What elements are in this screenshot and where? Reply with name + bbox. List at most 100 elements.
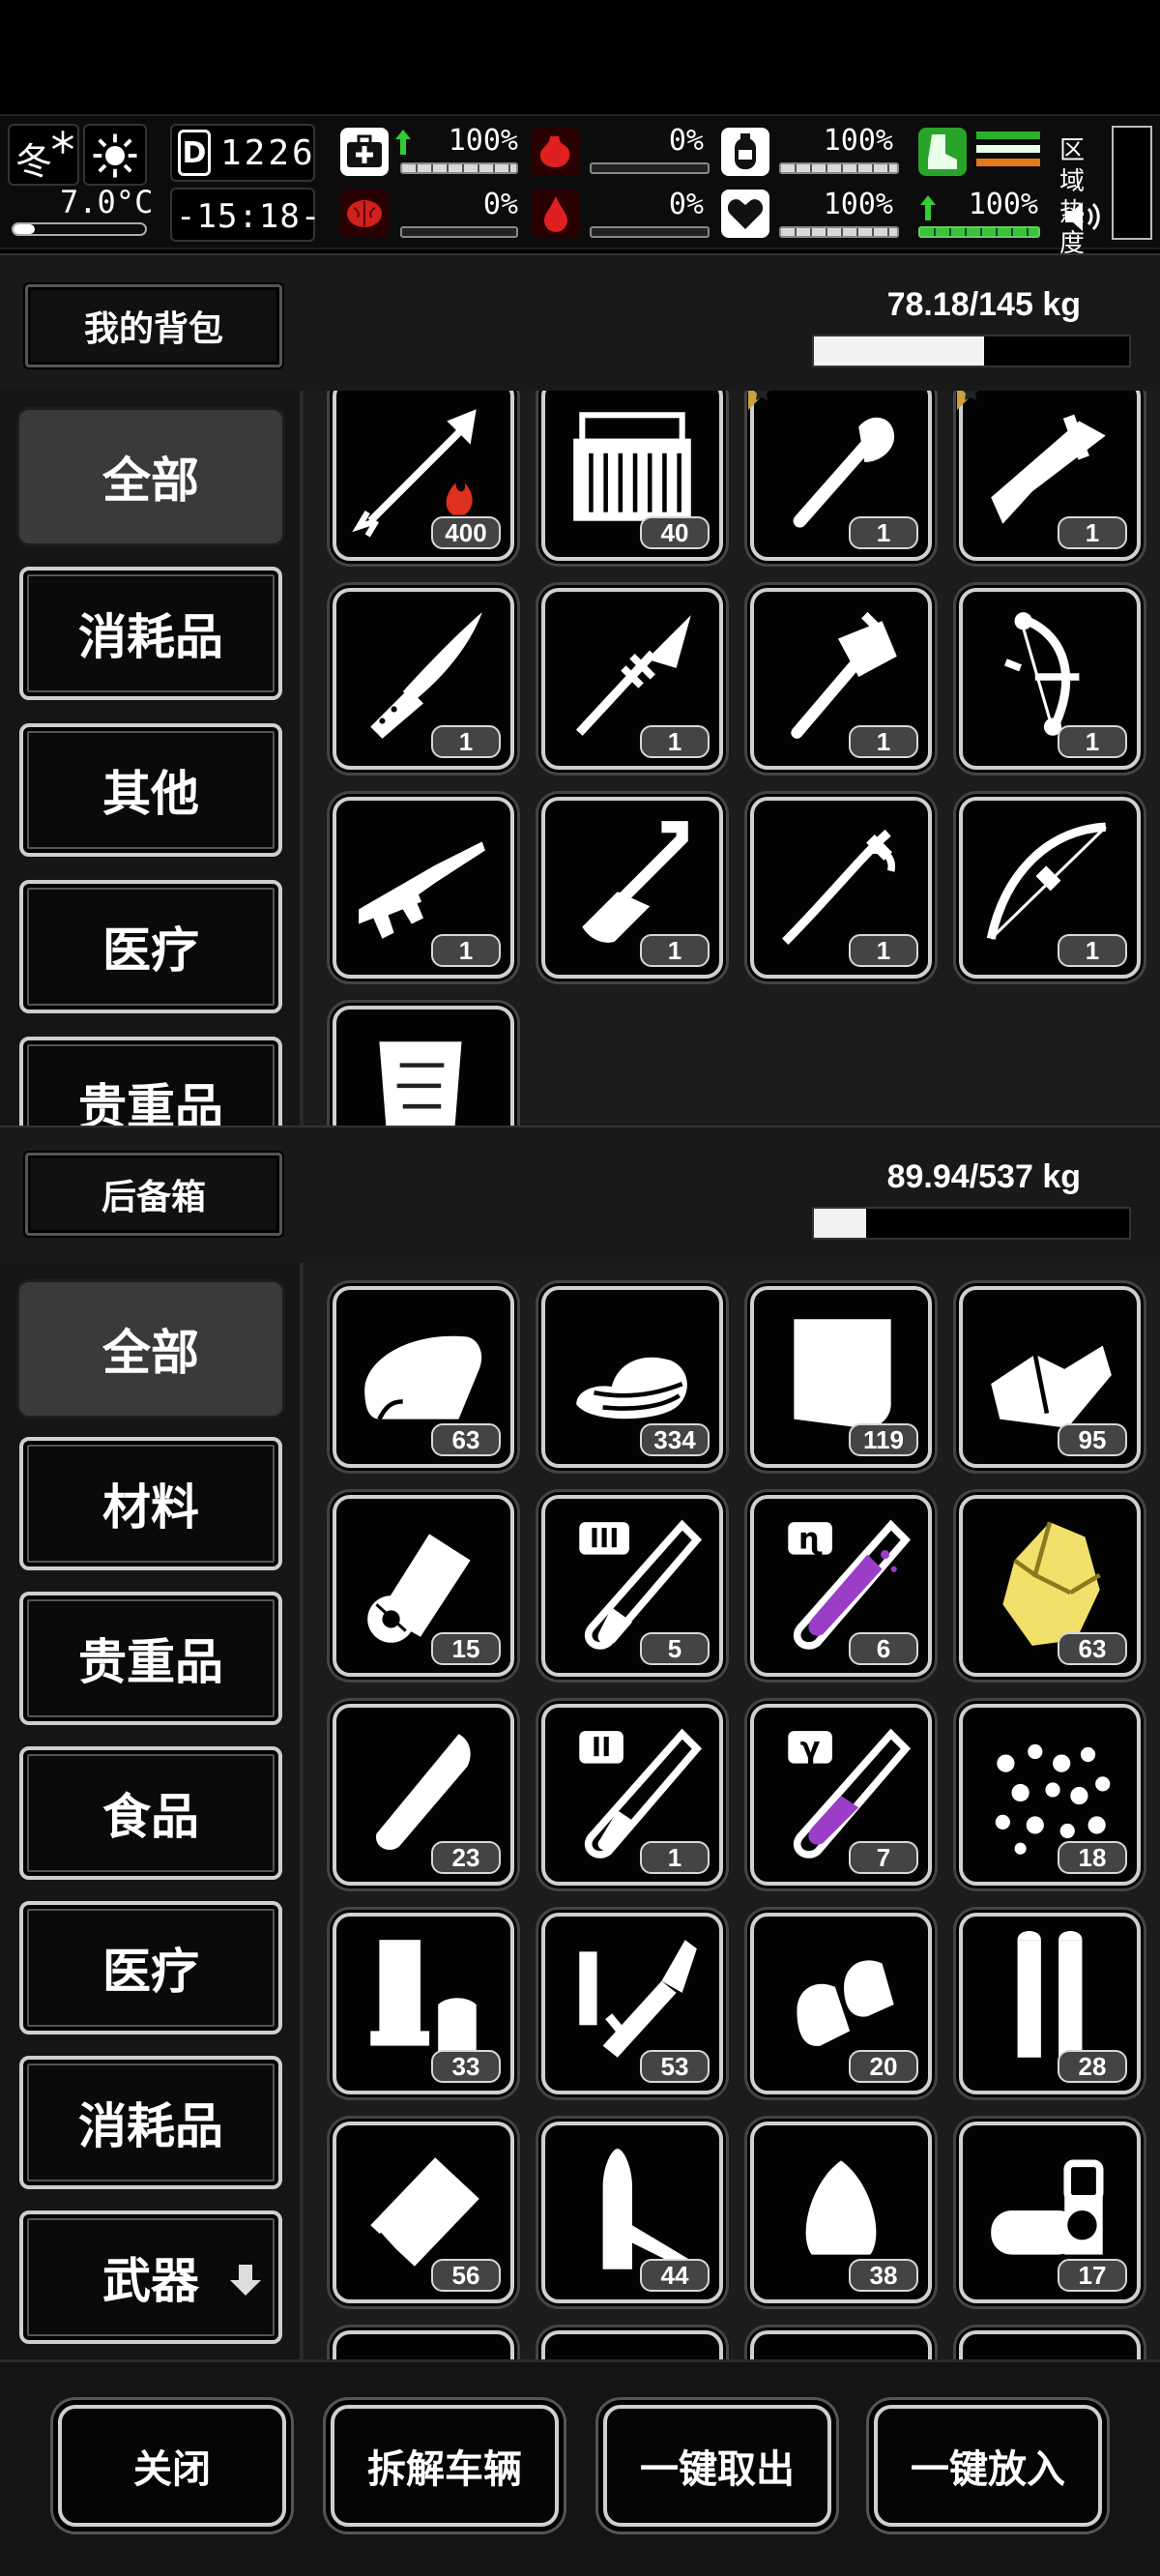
backpack-category-list: 全部 消耗品 其他 医疗 贵重品	[0, 391, 304, 1126]
status-bar: 冬 7.0°C D 1226 -15:18- 100% 0% 100% 0% 0…	[0, 114, 1160, 258]
trunk-item-slot[interactable]: 18	[959, 1704, 1141, 1886]
close-button[interactable]: 关闭	[58, 2405, 286, 2527]
backpack-item-slot[interactable]: 400	[333, 391, 514, 561]
trunk-item-slot-partial[interactable]	[959, 2330, 1141, 2359]
clock-box: -15:18-	[170, 188, 320, 242]
oxygen-value: 100%	[823, 124, 893, 158]
backpack-item-slot[interactable]	[333, 1006, 514, 1126]
take-all-button[interactable]: 一键取出	[603, 2405, 831, 2527]
backpack-item-slot[interactable]: 1	[750, 797, 932, 979]
trunk-item-slot[interactable]: 28	[959, 1913, 1141, 2094]
item-quantity: 1	[1058, 934, 1127, 967]
trunk-item-slot[interactable]: 63	[333, 1286, 514, 1468]
hunger-value: 0%	[668, 124, 704, 158]
trunk-category-list: 全部 材料 贵重品 食品 医疗 消耗品 武器	[0, 1263, 304, 2359]
trunk-item-slot[interactable]: γ7	[750, 1704, 932, 1886]
item-quantity: 1	[640, 1841, 710, 1874]
item-quantity: 7	[849, 1841, 918, 1874]
trunk-item-slot[interactable]: 56	[333, 2122, 514, 2303]
trunk-item-slot[interactable]: 334	[541, 1286, 723, 1468]
trunk-tab-weapons-label: 武器	[102, 2253, 199, 2309]
backpack-tab-all[interactable]: 全部	[19, 410, 282, 543]
trunk-item-slot[interactable]: 17	[959, 2122, 1141, 2303]
item-quantity: 20	[849, 2050, 918, 2083]
item-quantity: 119	[849, 1423, 918, 1456]
item-quantity: 1	[1058, 725, 1127, 758]
dismantle-vehicle-button[interactable]: 拆解车辆	[331, 2405, 559, 2527]
backpack-weight: 78.18/145 kg	[886, 286, 1081, 323]
trunk-item-slot[interactable]: 15	[333, 1495, 514, 1677]
day-counter-box: D 1226	[170, 124, 315, 182]
trunk-item-slot[interactable]: 38	[750, 2122, 932, 2303]
backpack-item-slot[interactable]: 1	[541, 588, 723, 770]
item-quantity: 1	[431, 934, 501, 967]
backpack-tab-consumables[interactable]: 消耗品	[19, 567, 282, 700]
arrow-down-icon	[230, 2265, 261, 2296]
trunk-item-slot[interactable]: III 5	[541, 1495, 723, 1677]
trunk-item-slot[interactable]: 20	[750, 1913, 932, 2094]
trunk-tab-materials[interactable]: 材料	[19, 1437, 282, 1570]
item-quantity: 53	[640, 2050, 710, 2083]
item-quantity: 40	[640, 516, 710, 549]
trunk-header: 后备箱 89.94/537 kg	[0, 1126, 1160, 1263]
trunk-item-slot[interactable]: ɳ6	[750, 1495, 932, 1677]
mood-bar	[779, 226, 899, 238]
svg-text:III: III	[590, 1524, 620, 1554]
trunk-item-slot[interactable]: 44	[541, 2122, 723, 2303]
backpack-tab-medical[interactable]: 医疗	[19, 880, 282, 1013]
item-quantity: 63	[431, 1423, 501, 1456]
backpack-item-slot[interactable]: 1	[957, 391, 1141, 561]
trunk-item-slot[interactable]: 63	[959, 1495, 1141, 1677]
medkit-icon	[340, 128, 389, 176]
item-quantity: 18	[1058, 1841, 1127, 1874]
item-quantity: 23	[431, 1841, 501, 1874]
backpack-item-slot[interactable]: 1	[748, 391, 932, 561]
trunk-item-slot[interactable]: 95	[959, 1286, 1141, 1468]
trunk-item-slot-partial[interactable]	[541, 2330, 723, 2359]
boot-icon	[918, 128, 967, 176]
backpack-item-slot[interactable]: 40	[541, 391, 723, 561]
speaker-icon[interactable]	[1061, 197, 1104, 236]
trunk-item-slot[interactable]: 53	[541, 1913, 723, 2094]
favorite-star-icon	[748, 391, 769, 410]
trunk-item-slot-partial[interactable]	[750, 2330, 932, 2359]
item-quantity: 400	[431, 516, 501, 549]
hunger-bar	[590, 162, 710, 174]
item-quantity: 1	[1058, 516, 1127, 549]
svg-text:γ: γ	[800, 1732, 821, 1766]
backpack-item-slot[interactable]: 1	[959, 588, 1141, 770]
item-quantity: 38	[849, 2259, 918, 2292]
trunk-item-slot[interactable]: 33	[333, 1913, 514, 2094]
trunk-tab-medical[interactable]: 医疗	[19, 1901, 282, 2034]
backpack-tab-other[interactable]: 其他	[19, 723, 282, 857]
trunk-tab-consumables[interactable]: 消耗品	[19, 2056, 282, 2189]
put-all-button[interactable]: 一键放入	[874, 2405, 1102, 2527]
stamina-value: 100%	[968, 188, 1038, 221]
trunk-item-slot[interactable]: II 1	[541, 1704, 723, 1886]
screen: 冬 7.0°C D 1226 -15:18- 100% 0% 100% 0% 0…	[0, 0, 1160, 2576]
weather-box	[83, 124, 147, 186]
trunk-tab-valuables[interactable]: 贵重品	[19, 1592, 282, 1725]
backpack-tab-valuables[interactable]: 贵重品	[19, 1037, 282, 1126]
item-quantity: 1	[849, 516, 918, 549]
trunk-tab-food[interactable]: 食品	[19, 1746, 282, 1880]
trunk-item-slot[interactable]: 119	[750, 1286, 932, 1468]
trunk-item-grid: 63 334 119 95 15 III 5 ɳ 6 63 23 II 1 γ 7 18 33 53 20 28 56 4…	[304, 1263, 1160, 2359]
trunk-tab-all[interactable]: 全部	[19, 1282, 282, 1416]
backpack-item-slot[interactable]: 1	[959, 797, 1141, 979]
backpack-body: 全部 消耗品 其他 医疗 贵重品 400 40 1 1 1 1 1 1 1 1 1 1	[0, 391, 1160, 1126]
backpack-title: 我的背包	[25, 284, 282, 367]
trunk-body: 全部 材料 贵重品 食品 医疗 消耗品 武器 63 334 119 95 15 III 5 ɳ…	[0, 1263, 1160, 2359]
backpack-item-slot[interactable]: 1	[333, 797, 514, 979]
backpack-item-slot[interactable]: 1	[750, 588, 932, 770]
trunk-item-slot[interactable]: 23	[333, 1704, 514, 1886]
backpack-item-slot[interactable]: 1	[333, 588, 514, 770]
trunk-tab-weapons[interactable]: 武器	[19, 2210, 282, 2344]
backpack-item-slot[interactable]: 1	[541, 797, 723, 979]
trunk-item-slot-partial[interactable]	[333, 2330, 514, 2359]
svg-text:ɳ: ɳ	[798, 1523, 823, 1557]
oxygen-bar	[779, 162, 899, 174]
item-quantity: 33	[431, 2050, 501, 2083]
mood-value: 100%	[823, 188, 893, 221]
item-quantity: 5	[640, 1632, 710, 1665]
